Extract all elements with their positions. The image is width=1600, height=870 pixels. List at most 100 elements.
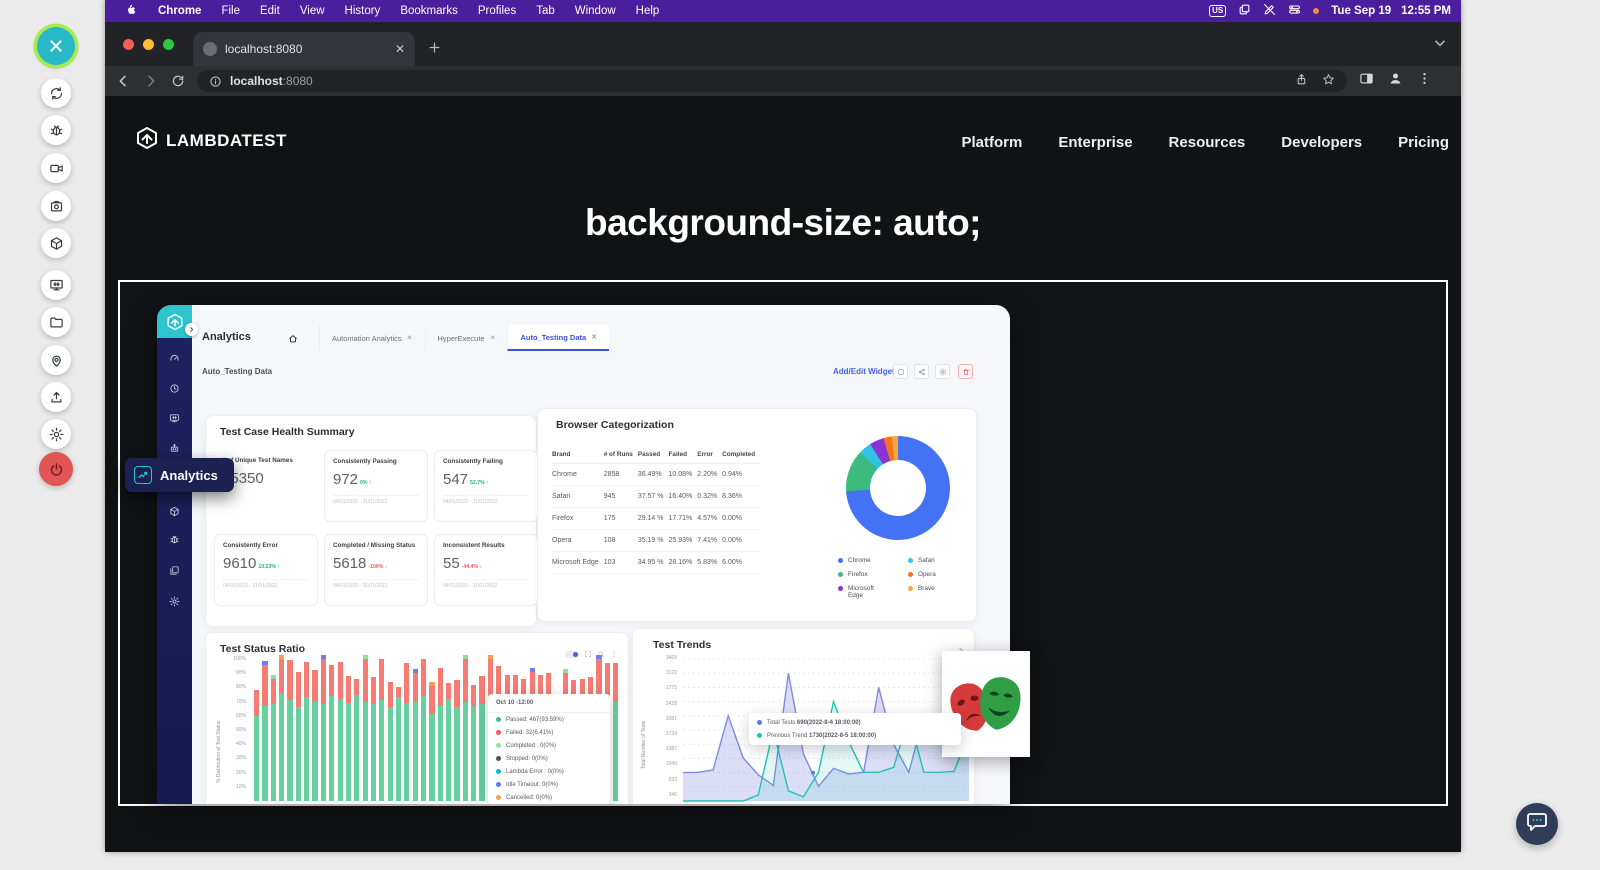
browser-menu-icon[interactable] xyxy=(1417,71,1432,91)
folder-button[interactable] xyxy=(41,307,71,337)
menu-edit[interactable]: Edit xyxy=(250,5,290,17)
package-button[interactable] xyxy=(41,228,71,258)
chart-toggle-switch[interactable] xyxy=(565,650,579,658)
legend-item[interactable]: Microsoft Edge xyxy=(838,585,886,599)
gear-button[interactable] xyxy=(41,419,71,449)
close-window-button[interactable] xyxy=(123,39,134,50)
home-icon[interactable] xyxy=(288,331,298,349)
control-center-icon[interactable] xyxy=(1288,3,1301,19)
speedometer-icon[interactable] xyxy=(157,346,192,370)
monitor-icon[interactable] xyxy=(157,406,192,430)
trend-chart-icon xyxy=(134,466,152,484)
menu-file[interactable]: File xyxy=(211,5,250,17)
column-header: Error xyxy=(697,447,723,464)
legend-item[interactable]: Brave xyxy=(908,585,936,592)
y-tick: 1734 xyxy=(665,731,677,737)
stacked-bar xyxy=(312,670,318,801)
page-title: background-size: auto; xyxy=(584,202,982,243)
tab-close-icon[interactable]: ✕ xyxy=(591,333,597,341)
lambdatest-logo[interactable]: LAMBDATEST xyxy=(135,126,287,155)
add-edit-widget-link[interactable]: Add/Edit Widget xyxy=(833,367,895,376)
share-icon[interactable] xyxy=(1295,73,1308,89)
collection-icon[interactable] xyxy=(157,558,192,582)
kpi-card: Consistently Error 9610 10.23% ↑ 04/01/20… xyxy=(214,534,318,606)
browser-tab[interactable]: localhost:8080 ✕ xyxy=(193,32,415,66)
y-tick: 346 xyxy=(668,791,677,798)
delete-widget-button[interactable] xyxy=(958,364,973,379)
sidebar-expand-icon[interactable] xyxy=(185,323,198,336)
legend-item[interactable]: Firefox xyxy=(838,571,886,578)
tab-search-chevron-icon[interactable] xyxy=(1433,36,1447,55)
zoom-window-button[interactable] xyxy=(163,39,174,50)
bug-button[interactable] xyxy=(41,115,71,145)
side-panel-icon[interactable] xyxy=(1359,71,1374,91)
fullscreen-button[interactable] xyxy=(893,364,908,379)
dash-tab-hyperexecute[interactable]: HyperExecute ✕ xyxy=(424,325,508,351)
browser-categorization-title: Browser Categorization xyxy=(556,419,674,431)
dash-tab-automation-analytics[interactable]: Automation Analytics ✕ xyxy=(319,325,425,351)
site-info-icon[interactable] xyxy=(209,75,222,88)
nav-resources[interactable]: Resources xyxy=(1169,134,1246,151)
new-tab-button[interactable] xyxy=(427,40,442,60)
y-tick: 2775 xyxy=(665,685,677,692)
share-widget-button[interactable] xyxy=(914,364,929,379)
bookmark-star-icon[interactable] xyxy=(1322,73,1335,89)
menu-tab[interactable]: Tab xyxy=(526,5,565,17)
minimize-window-button[interactable] xyxy=(143,39,154,50)
power-button[interactable] xyxy=(39,452,73,486)
vm-screen: Chrome File Edit View History Bookmarks Profil… xyxy=(105,0,1461,852)
menu-profiles[interactable]: Profiles xyxy=(468,5,526,17)
gear-icon[interactable] xyxy=(157,589,192,613)
menu-chrome[interactable]: Chrome xyxy=(148,5,211,17)
address-bar[interactable]: localhost:8080 xyxy=(197,70,1347,92)
robot-icon[interactable] xyxy=(157,436,192,460)
browser-categorization-card: Browser Categorization Brand # of Runs Pas… xyxy=(537,408,977,622)
chat-widget-button[interactable] xyxy=(1516,803,1558,845)
tab-close-icon[interactable]: ✕ xyxy=(407,334,413,342)
upload-button[interactable] xyxy=(41,382,71,412)
menubar-clock[interactable]: Tue Sep 19 12:55 PM xyxy=(1331,5,1451,17)
donut-legend-col2: Safari Opera Brave xyxy=(908,557,936,592)
menu-history[interactable]: History xyxy=(335,5,391,17)
nav-pricing[interactable]: Pricing xyxy=(1398,134,1449,151)
apple-menu-icon[interactable] xyxy=(115,3,148,19)
location-button[interactable] xyxy=(41,345,71,375)
stacked-bar xyxy=(337,661,343,801)
menu-help[interactable]: Help xyxy=(626,5,670,17)
nav-enterprise[interactable]: Enterprise xyxy=(1058,134,1132,151)
stacked-bar xyxy=(387,681,393,801)
nav-developers[interactable]: Developers xyxy=(1281,134,1362,151)
stacked-bar xyxy=(412,669,418,801)
legend-item[interactable]: Chrome xyxy=(838,557,886,564)
monitor-button[interactable] xyxy=(41,270,71,300)
profile-avatar-icon[interactable] xyxy=(1388,71,1403,91)
forward-button[interactable] xyxy=(143,73,159,89)
tab-title: localhost:8080 xyxy=(225,42,303,56)
legend-item[interactable]: Safari xyxy=(908,557,936,564)
reload-button[interactable] xyxy=(171,74,185,88)
pencil-slash-icon[interactable] xyxy=(1263,3,1276,19)
tab-close-icon[interactable]: ✕ xyxy=(490,334,496,342)
tooltip-entry: Stopped: 0(0%) xyxy=(488,752,610,765)
clock-icon[interactable] xyxy=(157,376,192,400)
menu-window[interactable]: Window xyxy=(565,5,626,17)
screenshot-button[interactable] xyxy=(41,191,71,221)
nav-platform[interactable]: Platform xyxy=(962,134,1023,151)
tooltip-entry: Idle Timeout: 0(0%) xyxy=(488,778,610,791)
menu-bookmarks[interactable]: Bookmarks xyxy=(390,5,468,17)
back-button[interactable] xyxy=(115,73,131,89)
keyboard-layout-badge[interactable]: US xyxy=(1209,5,1227,17)
bug-icon[interactable] xyxy=(157,527,192,551)
widget-settings-button[interactable] xyxy=(935,364,950,379)
window-stack-icon[interactable] xyxy=(1238,3,1251,19)
video-button[interactable] xyxy=(41,153,71,183)
stacked-bar xyxy=(437,667,443,801)
dash-tab-auto-testing-data[interactable]: Auto_Testing Data ✕ xyxy=(507,325,610,351)
legend-item[interactable]: Opera xyxy=(908,571,936,578)
sync-button[interactable] xyxy=(41,78,71,108)
tab-close-icon[interactable]: ✕ xyxy=(395,42,405,56)
menu-view[interactable]: View xyxy=(290,5,335,17)
tooltip-entry: Failed: 32(6.41%) xyxy=(488,726,610,739)
package-icon[interactable] xyxy=(157,499,192,523)
close-button[interactable] xyxy=(37,27,75,65)
